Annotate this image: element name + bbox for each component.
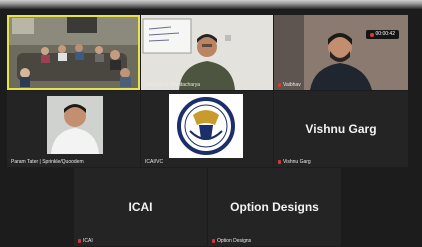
participant-display-name: Option Designs xyxy=(230,200,319,214)
participant-display-name: Vishnu Garg xyxy=(305,122,377,136)
muted-mic-icon xyxy=(78,238,81,243)
muted-mic-icon xyxy=(278,82,281,87)
recording-indicator: 00:00:42 xyxy=(365,30,399,39)
muted-mic-icon xyxy=(278,159,281,164)
participant-name-icai: ICAI xyxy=(78,238,93,244)
icai-emblem-logo xyxy=(169,94,243,158)
participant-display-name: ICAI xyxy=(128,200,153,214)
window-top-strip xyxy=(0,0,422,9)
video-tile-participant-beard[interactable]: 00:00:42 Vaibhav xyxy=(274,15,408,90)
presenter-video xyxy=(141,15,273,90)
video-tile-icai[interactable]: ICAI ICAI xyxy=(74,168,207,246)
video-tile-vishnu-garg[interactable]: Vishnu Garg Vishnu Garg xyxy=(274,91,408,167)
participant-white-shirt-video xyxy=(47,96,103,154)
conference-room-video xyxy=(7,15,140,87)
participant-name-option-designs: Option Designs xyxy=(212,238,251,244)
video-conference-screen: Samarthak Bhattacharya 00:00:42 Vaibhav xyxy=(0,0,422,247)
recording-dot-icon xyxy=(369,32,374,37)
participant-name-icai-logo: ICAI/VC xyxy=(145,159,164,165)
participant-name-beard: Vaibhav xyxy=(278,82,301,88)
video-tile-conference-room[interactable] xyxy=(7,15,140,90)
participant-beard-video xyxy=(274,15,408,90)
video-tile-option-designs[interactable]: Option Designs Option Designs xyxy=(208,168,341,246)
video-tile-icai-logo[interactable]: ICAI/VC xyxy=(141,91,273,167)
video-tile-presenter[interactable]: Samarthak Bhattacharya xyxy=(141,15,273,90)
participant-name-vishnu: Vishnu Garg xyxy=(278,159,311,165)
participant-name-white-shirt: Param Tater | Sprinkle/Quoodem xyxy=(11,159,84,165)
muted-mic-icon xyxy=(212,238,215,243)
participant-name-presenter: Samarthak Bhattacharya xyxy=(145,82,201,88)
video-tile-participant-white-shirt[interactable]: Param Tater | Sprinkle/Quoodem xyxy=(7,91,140,167)
